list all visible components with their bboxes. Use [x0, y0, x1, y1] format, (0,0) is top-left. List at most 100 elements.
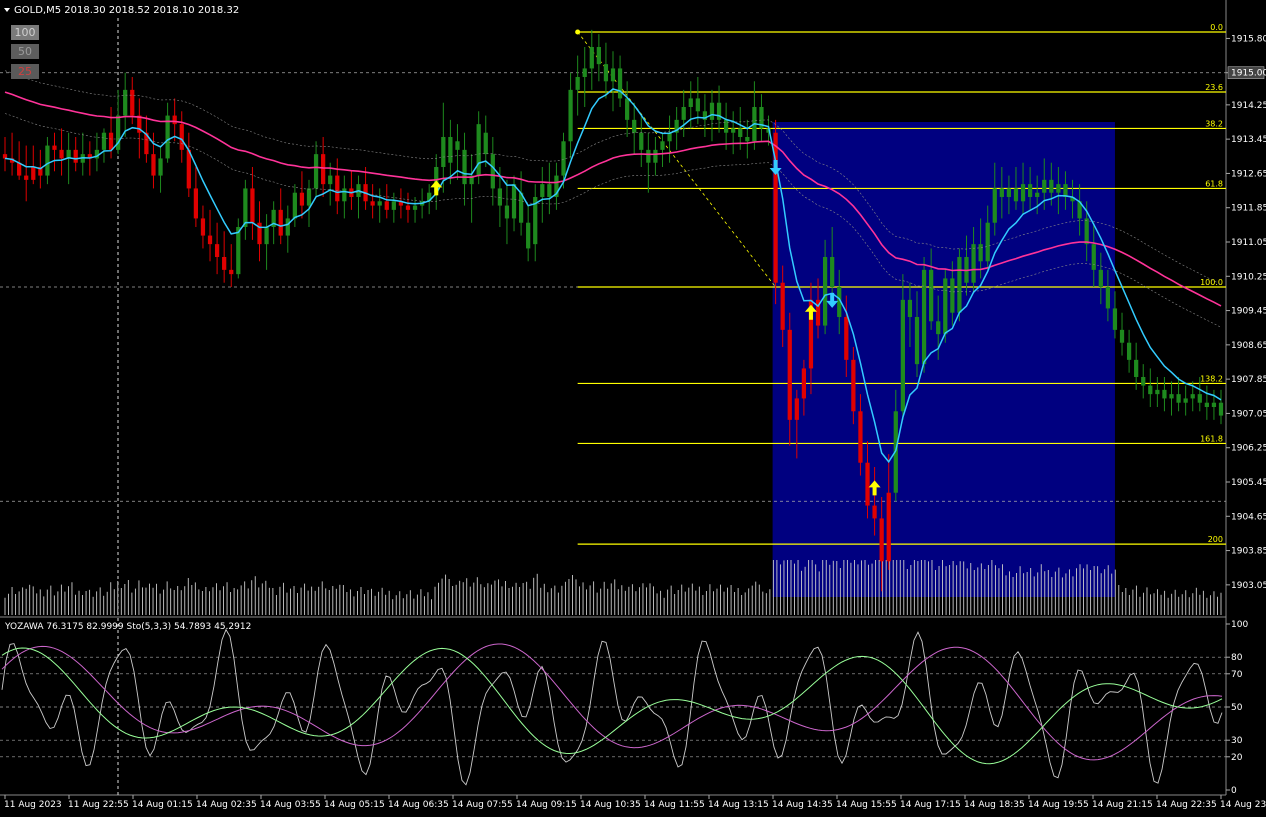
level-button-25[interactable]: 25	[11, 64, 39, 79]
price-bar	[448, 137, 453, 163]
fib-anchor-point[interactable]	[575, 29, 581, 35]
level-button-100[interactable]: 100	[11, 25, 39, 40]
price-bar	[1049, 179, 1054, 193]
price-tick-label: 1909.45	[1231, 307, 1266, 317]
price-tick-label: 1915.80	[1231, 34, 1266, 44]
fib-level-label: 38.2	[1205, 119, 1223, 128]
price-bar	[632, 119, 637, 133]
price-bar	[1091, 244, 1096, 270]
fib-level-label: 138.2	[1200, 374, 1223, 383]
price-bar	[787, 329, 792, 420]
price-bar	[285, 218, 290, 236]
price-tick-label: 1907.05	[1231, 409, 1266, 419]
price-bar	[929, 269, 934, 322]
price-bar	[1190, 394, 1195, 399]
time-tick-label: 14 Aug 11:55	[644, 800, 705, 810]
price-bar	[547, 184, 552, 197]
price-bar	[73, 149, 78, 163]
price-bar	[879, 518, 884, 562]
price-bar	[151, 154, 156, 176]
price-bar	[24, 175, 29, 180]
price-bar	[243, 188, 248, 227]
price-tick-label: 1906.25	[1231, 444, 1266, 454]
price-bar	[306, 188, 312, 206]
price-bar	[229, 269, 234, 275]
price-bar	[639, 132, 644, 150]
price-bar	[405, 205, 411, 210]
price-bar	[236, 227, 241, 275]
price-bar	[1098, 269, 1103, 287]
osc-tick-label: 100	[1231, 620, 1248, 630]
price-bar	[914, 317, 920, 365]
price-bar	[540, 184, 545, 197]
chart-canvas[interactable]: 0.023.638.261.8100.0138.2161.8200 1915.8…	[0, 0, 1266, 813]
price-bar	[921, 269, 927, 365]
price-bar	[858, 411, 863, 463]
price-tick-label: 1913.45	[1231, 135, 1266, 145]
price-bar	[321, 154, 326, 185]
price-bar	[653, 149, 658, 163]
price-bar	[561, 141, 566, 176]
price-bar	[780, 282, 785, 330]
price-tick-label: 1912.65	[1231, 169, 1266, 179]
symbol-info-label: GOLD,M5 2018.30 2018.52 2018.10 2018.32	[14, 5, 239, 16]
price-bar	[1148, 385, 1153, 395]
price-bar	[342, 188, 347, 202]
time-tick-label: 14 Aug 23:5	[1220, 800, 1266, 810]
price-bar	[865, 462, 870, 506]
price-tick-label: 1910.25	[1231, 272, 1266, 282]
price-bar	[214, 244, 220, 257]
time-tick-label: 14 Aug 05:15	[324, 800, 385, 810]
price-bar	[1020, 184, 1026, 202]
price-bar	[646, 149, 651, 163]
osc-tick-label: 20	[1231, 753, 1243, 763]
time-tick-label: 14 Aug 18:35	[964, 800, 1025, 810]
price-bar	[844, 317, 849, 360]
time-tick-label: 14 Aug 21:15	[1092, 800, 1153, 810]
price-bar	[1204, 402, 1209, 407]
price-bar	[250, 188, 255, 223]
price-bar	[957, 257, 962, 313]
time-tick-label: 11 Aug 22:55	[68, 800, 129, 810]
price-bar	[200, 218, 206, 236]
price-bar	[1035, 192, 1040, 197]
price-bar	[617, 68, 623, 99]
price-bar	[462, 149, 467, 185]
price-bar	[497, 188, 503, 206]
level-button-50[interactable]: 50	[11, 44, 39, 59]
price-bar	[1155, 389, 1160, 395]
time-tick-label: 14 Aug 17:15	[900, 800, 961, 810]
price-bar	[1027, 184, 1033, 197]
price-bar	[264, 227, 269, 245]
fib-level-label: 61.8	[1205, 179, 1223, 188]
price-bar	[851, 359, 856, 412]
price-bar	[17, 162, 22, 176]
trading-chart-window[interactable]: 0.0 23.6 38.2 61.8 100.0 138.2 161.8 200 1915.8…	[0, 0, 1266, 813]
price-bar	[328, 175, 333, 185]
price-bar	[222, 257, 227, 270]
price-bar	[370, 201, 375, 206]
price-bar	[511, 184, 517, 219]
price-tick-label: 1911.85	[1231, 204, 1266, 214]
price-bar	[681, 107, 686, 120]
price-bar	[625, 98, 630, 120]
price-bar	[504, 205, 510, 219]
price-bar	[738, 128, 743, 137]
price-bar	[313, 154, 319, 189]
price-bar	[709, 102, 715, 120]
time-tick-label: 14 Aug 01:15	[132, 800, 193, 810]
price-bar	[278, 209, 283, 236]
price-bar	[596, 47, 601, 65]
price-bar	[476, 124, 481, 176]
price-bar	[412, 205, 418, 210]
osc-tick-label: 50	[1231, 703, 1243, 713]
price-bar	[886, 492, 891, 562]
time-tick-label: 14 Aug 19:55	[1028, 800, 1089, 810]
price-bar	[335, 175, 340, 202]
price-bar	[52, 145, 57, 150]
osc-tick-label: 70	[1231, 670, 1243, 680]
price-bar	[822, 257, 828, 326]
price-bar	[575, 77, 580, 90]
price-bar	[1119, 329, 1125, 343]
price-bar	[526, 222, 531, 249]
